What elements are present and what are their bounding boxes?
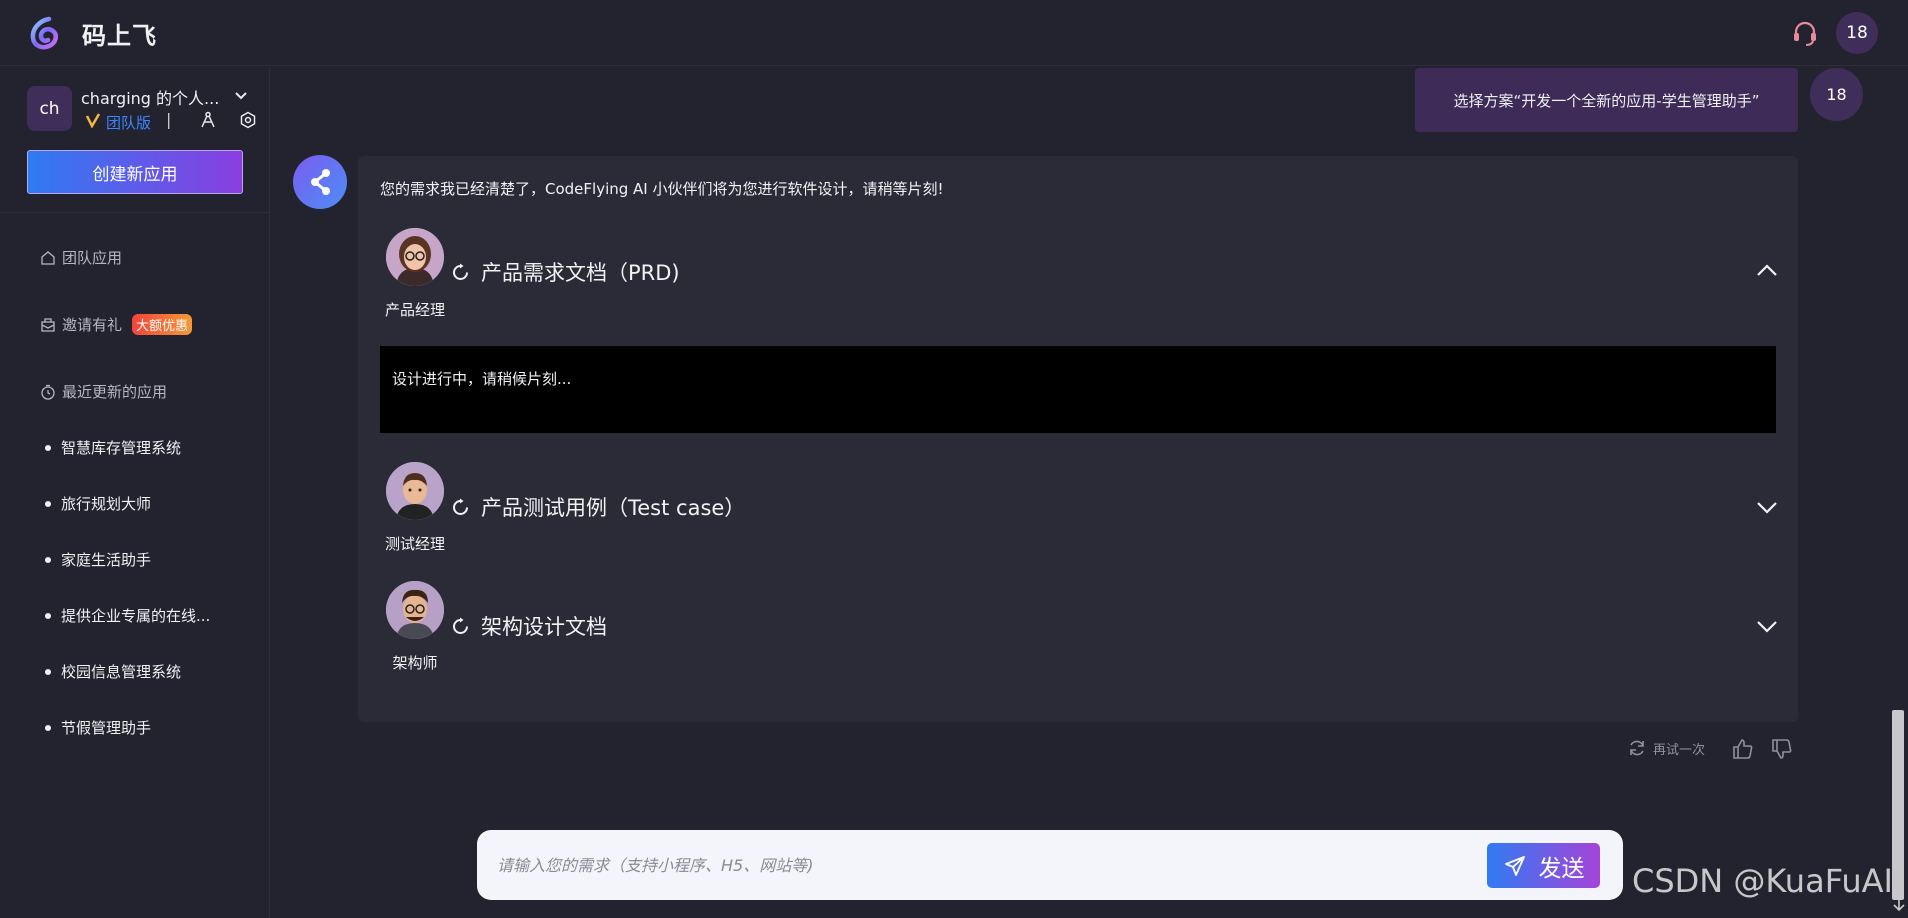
section-title: 产品需求文档（PRD) bbox=[481, 261, 680, 285]
recent-app-item[interactable]: 家庭生活助手 bbox=[45, 549, 151, 570]
nav-label: 邀请有礼 bbox=[62, 316, 123, 334]
create-app-button[interactable]: 创建新应用 bbox=[27, 150, 243, 194]
recent-app-label: 提供企业专属的在线... bbox=[61, 607, 211, 625]
bullet bbox=[45, 444, 51, 451]
agent-role-label: 测试经理 bbox=[384, 535, 445, 553]
loading-spinner-icon bbox=[453, 498, 468, 515]
vip-check-icon bbox=[85, 113, 101, 128]
app-title: 码上飞 bbox=[82, 22, 157, 50]
app-logo-icon[interactable] bbox=[27, 15, 63, 51]
input-bar: 发送 bbox=[477, 830, 1623, 900]
bullet bbox=[45, 556, 51, 563]
scrollbar-thumb[interactable] bbox=[1892, 710, 1904, 900]
nav-recent: 最近更新的应用 bbox=[40, 381, 167, 402]
prd-content-box: 设计进行中，请稍候片刻... bbox=[380, 346, 1776, 433]
workspace-name[interactable]: charging 的个人... bbox=[81, 85, 219, 109]
bot-message-card: 您的需求我已经清楚了，CodeFlying AI 小伙伴们将为您进行软件设计，请… bbox=[358, 156, 1798, 722]
recent-app-label: 家庭生活助手 bbox=[61, 551, 152, 569]
send-label: 发送 bbox=[1538, 855, 1585, 882]
recent-app-label: 校园信息管理系统 bbox=[61, 663, 182, 681]
agent-role-label: 架构师 bbox=[392, 654, 438, 672]
recent-app-label: 智慧库存管理系统 bbox=[61, 439, 182, 457]
watermark: CSDN @KuaFuAI bbox=[1632, 862, 1893, 900]
recent-app-item[interactable]: 旅行规划大师 bbox=[45, 493, 151, 514]
recent-app-item[interactable]: 提供企业专属的在线... bbox=[45, 605, 210, 626]
recent-app-label: 旅行规划大师 bbox=[61, 495, 152, 513]
prd-section-toggle[interactable]: 产品需求文档（PRD) bbox=[450, 257, 680, 287]
nav-invite[interactable]: 邀请有礼 大额优惠 bbox=[40, 314, 193, 335]
bot-intro-text: 您的需求我已经清楚了，CodeFlying AI 小伙伴们将为您进行软件设计，请… bbox=[380, 180, 944, 198]
user-message-bubble: 选择方案“开发一个全新的应用-学生管理助手” bbox=[1415, 68, 1798, 132]
headset-support-icon[interactable] bbox=[1790, 18, 1820, 48]
clock-icon bbox=[41, 384, 55, 400]
divider bbox=[0, 212, 270, 213]
test-manager-avatar bbox=[386, 462, 444, 520]
home-icon bbox=[41, 250, 55, 265]
settings-icon[interactable] bbox=[239, 111, 257, 129]
architecture-section-toggle[interactable]: 架构设计文档 bbox=[450, 611, 607, 641]
recent-app-item[interactable]: 校园信息管理系统 bbox=[45, 661, 181, 682]
separator: | bbox=[166, 110, 172, 129]
thumbs-up-icon[interactable] bbox=[1731, 737, 1755, 761]
top-header: 码上飞 18 bbox=[0, 0, 1908, 66]
thumbs-down-icon[interactable] bbox=[1770, 737, 1794, 761]
bullet bbox=[45, 724, 51, 731]
architect-avatar bbox=[386, 581, 444, 639]
share-logo-icon bbox=[311, 169, 330, 195]
bullet bbox=[45, 500, 51, 507]
requirement-input[interactable] bbox=[497, 848, 1457, 882]
sidebar: ch charging 的个人... 团队版 | 创建新应用 团队应用 邀请有礼… bbox=[0, 67, 270, 918]
plan-label[interactable]: 团队版 bbox=[106, 112, 151, 133]
send-button[interactable]: 发送 bbox=[1487, 843, 1600, 888]
section-title: 架构设计文档 bbox=[481, 615, 607, 639]
recent-app-item[interactable]: 智慧库存管理系统 bbox=[45, 437, 181, 458]
nav-team-apps[interactable]: 团队应用 bbox=[40, 247, 122, 268]
paper-plane-icon bbox=[1504, 855, 1525, 876]
retry-button[interactable]: 再试一次 bbox=[1627, 738, 1705, 758]
agent-role-label: 产品经理 bbox=[384, 301, 445, 319]
user-message-avatar: 18 bbox=[1810, 68, 1863, 121]
refresh-icon bbox=[1630, 740, 1644, 756]
chevron-down-icon[interactable] bbox=[232, 87, 250, 105]
user-avatar[interactable]: 18 bbox=[1836, 12, 1878, 54]
bot-avatar bbox=[293, 155, 347, 209]
gift-icon bbox=[41, 317, 55, 332]
loading-spinner-icon bbox=[453, 263, 468, 280]
loading-spinner-icon bbox=[453, 617, 468, 634]
bullet bbox=[45, 612, 51, 619]
chevron-down-icon[interactable] bbox=[1754, 494, 1780, 520]
bullet bbox=[45, 668, 51, 675]
test-case-section-toggle[interactable]: 产品测试用例（Test case） bbox=[450, 492, 745, 522]
product-manager-avatar bbox=[386, 228, 444, 286]
workspace-avatar[interactable]: ch bbox=[27, 86, 72, 131]
compass-icon[interactable] bbox=[199, 111, 217, 129]
nav-label: 团队应用 bbox=[62, 249, 123, 267]
chevron-up-icon[interactable] bbox=[1754, 258, 1780, 284]
retry-label: 再试一次 bbox=[1653, 742, 1706, 758]
prd-progress-text: 设计进行中，请稍候片刻... bbox=[392, 370, 572, 388]
recent-app-label: 节假管理助手 bbox=[61, 719, 152, 737]
nav-label: 最近更新的应用 bbox=[62, 383, 168, 401]
recent-app-item[interactable]: 节假管理助手 bbox=[45, 717, 151, 738]
chevron-down-icon[interactable] bbox=[1754, 613, 1780, 639]
promo-badge: 大额优惠 bbox=[132, 314, 193, 335]
section-title: 产品测试用例（Test case） bbox=[481, 496, 746, 520]
